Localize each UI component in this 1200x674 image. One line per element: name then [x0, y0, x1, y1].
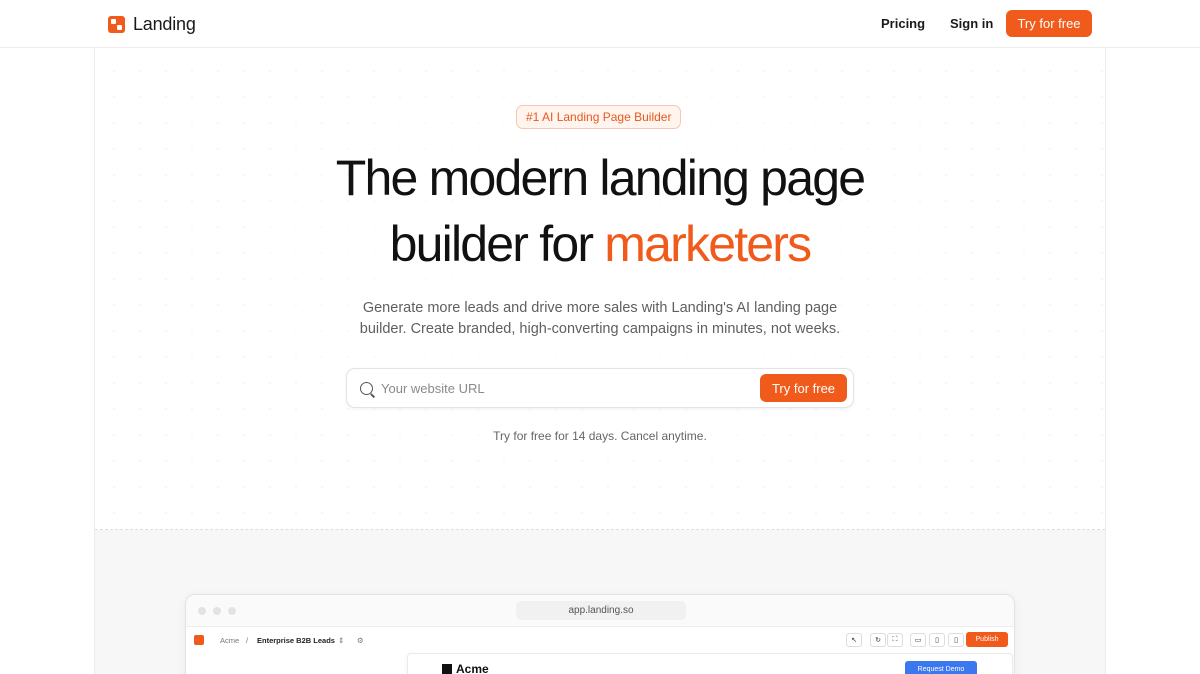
mobile-icon: ▯ [948, 633, 964, 647]
app-toolbar: Acme / Enterprise B2B Leads ⇕ ⚙ ↖ ↻ ⛶ ▭ … [186, 627, 1014, 653]
app-preview-window: app.landing.so Acme / Enterprise B2B Lea… [185, 594, 1015, 674]
hero-headline-line-1: The modern landing page [335, 150, 866, 206]
app-titlebar: app.landing.so [186, 595, 1014, 627]
canvas-brand: Acme [442, 662, 489, 674]
cursor-icon: ↖ [846, 633, 862, 647]
editor-canvas: Acme Request Demo [407, 653, 1013, 674]
nav-link-sign-in[interactable]: Sign in [950, 16, 993, 31]
refresh-icon: ↻ [870, 633, 886, 647]
chevron-updown-icon: ⇕ [338, 636, 345, 645]
breadcrumb-separator: / [246, 636, 249, 645]
subheadline-line-1: Generate more leads and drive more sales… [362, 300, 838, 316]
tablet-icon: ▯ [929, 633, 945, 647]
fullscreen-icon: ⛶ [887, 633, 903, 647]
top-nav: Landing Pricing Sign in Try for free [0, 0, 1200, 48]
acme-logo-icon [442, 664, 452, 674]
breadcrumb-acme: Acme [220, 636, 240, 645]
brand-logo[interactable]: Landing [108, 14, 196, 35]
trial-note: Try for free for 14 days. Cancel anytime… [493, 429, 707, 443]
hero-badge: #1 AI Landing Page Builder [516, 105, 682, 129]
url-search-bar: Try for free [346, 368, 854, 408]
app-logo-icon [194, 635, 204, 645]
window-dot-minimize [213, 607, 221, 615]
breadcrumb-project: Enterprise B2B Leads [257, 636, 335, 645]
search-try-for-free-button[interactable]: Try for free [760, 374, 847, 402]
publish-button: Publish [966, 632, 1008, 647]
website-url-input[interactable] [381, 369, 751, 407]
desktop-icon: ▭ [910, 633, 926, 647]
search-icon [360, 382, 373, 395]
request-demo-button: Request Demo [905, 661, 977, 674]
hero-subheadline: Generate more leads and drive more sales… [300, 298, 900, 340]
gear-icon: ⚙ [357, 636, 364, 645]
window-dot-close [198, 607, 206, 615]
subheadline-line-2: builder. Create branded, high-converting… [359, 321, 841, 337]
nav-link-pricing[interactable]: Pricing [881, 16, 925, 31]
app-url-bar: app.landing.so [516, 601, 686, 620]
canvas-brand-name: Acme [456, 662, 489, 674]
try-for-free-button[interactable]: Try for free [1006, 10, 1092, 37]
brand-name: Landing [133, 14, 196, 34]
headline-prefix: builder for [389, 216, 605, 272]
hero-headline-line-2: builder for marketers [200, 214, 1000, 274]
headline-accent: marketers [604, 216, 812, 272]
logo-icon [108, 16, 125, 33]
window-dot-maximize [228, 607, 236, 615]
